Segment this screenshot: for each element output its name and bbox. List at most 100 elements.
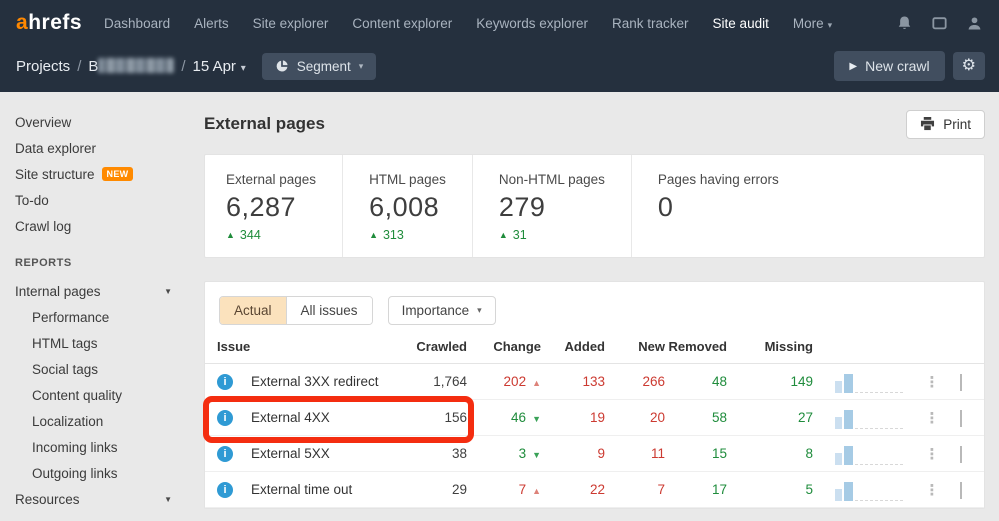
- info-icon[interactable]: [217, 374, 233, 390]
- table-row[interactable]: External 5XX 38 3 9 11 15 8: [205, 436, 984, 472]
- nav-dashboard[interactable]: Dashboard: [104, 16, 170, 31]
- main-content: External pages Print External pages 6,28…: [196, 92, 999, 521]
- feedback-icon[interactable]: [931, 15, 948, 32]
- importance-dropdown[interactable]: Importance ▾: [388, 296, 496, 325]
- mini-bar-chart: [813, 443, 919, 465]
- project-name-redacted: [98, 58, 174, 73]
- row-expand-chevron[interactable]: [956, 478, 966, 501]
- sidebar-item-outgoing-links[interactable]: Outgoing links: [32, 460, 196, 486]
- view-segmented-control: Actual All issues: [219, 296, 373, 325]
- breadcrumb-projects[interactable]: Projects: [16, 58, 70, 75]
- issues-panel: Actual All issues Importance ▾ Issue Cra…: [204, 281, 985, 509]
- new-crawl-button[interactable]: ▶ New crawl: [834, 51, 944, 81]
- delta-up-icon: ▲: [226, 230, 235, 240]
- row-expand-chevron[interactable]: [956, 370, 966, 393]
- issue-name: External time out: [251, 482, 401, 497]
- sidebar-item-performance[interactable]: Performance: [32, 304, 196, 330]
- print-button[interactable]: Print: [906, 110, 985, 139]
- nav-rank-tracker[interactable]: Rank tracker: [612, 16, 689, 31]
- row-expand-chevron[interactable]: [956, 406, 966, 429]
- stat-html-pages: HTML pages 6,008 ▲313: [342, 155, 472, 257]
- project-header-bar: Projects / B / 15 Apr ▾ Segment ▾ ▶ New …: [0, 46, 999, 92]
- sidebar-item-content-quality[interactable]: Content quality: [32, 382, 196, 408]
- mini-bar-chart: [813, 479, 919, 501]
- sidebar-item-data-explorer[interactable]: Data explorer: [15, 135, 196, 161]
- nav-site-explorer[interactable]: Site explorer: [253, 16, 329, 31]
- table-row[interactable]: External time out 29 7 22 7 17 5: [205, 472, 984, 508]
- table-row[interactable]: External 3XX redirect 1,764 202 133 266 …: [205, 364, 984, 400]
- info-icon[interactable]: [217, 482, 233, 498]
- sidebar-group-internal-pages[interactable]: Internal pages▼: [15, 278, 196, 304]
- change-arrow-icon: [532, 410, 541, 425]
- sidebar-item-overview[interactable]: Overview: [15, 109, 196, 135]
- info-icon[interactable]: [217, 410, 233, 426]
- nav-content-explorer[interactable]: Content explorer: [352, 16, 452, 31]
- stat-delta: ▲31: [499, 228, 605, 242]
- issue-name: External 5XX: [251, 446, 401, 461]
- change-arrow-icon: [532, 374, 541, 389]
- stat-delta: ▲344: [226, 228, 316, 242]
- page-title: External pages: [204, 114, 325, 134]
- change-arrow-icon: [532, 446, 541, 461]
- ahrefs-logo[interactable]: ahrefs: [16, 11, 82, 35]
- play-icon: ▶: [849, 61, 857, 72]
- stat-delta: ▲313: [369, 228, 446, 242]
- sidebar-item-site-structure[interactable]: Site structureNEW: [15, 161, 196, 187]
- mini-bar-chart: [813, 407, 919, 429]
- sidebar-item-incoming-links[interactable]: Incoming links: [32, 434, 196, 460]
- nav-alerts[interactable]: Alerts: [194, 16, 229, 31]
- crawl-date-dropdown[interactable]: 15 Apr ▾: [193, 58, 246, 75]
- table-row[interactable]: External 4XX 156 46 19 20 58 27: [205, 400, 984, 436]
- chevron-down-icon: ▼: [164, 287, 172, 296]
- stat-non-html-pages: Non-HTML pages 279 ▲31: [472, 155, 631, 257]
- top-icons: [896, 15, 983, 32]
- delta-up-icon: ▲: [369, 230, 378, 240]
- main-nav: Dashboard Alerts Site explorer Content e…: [104, 16, 896, 31]
- reports-section-header: REPORTS: [15, 252, 196, 274]
- nav-keywords-explorer[interactable]: Keywords explorer: [476, 16, 588, 31]
- segment-button[interactable]: Segment ▾: [262, 53, 377, 80]
- delta-up-icon: ▲: [499, 230, 508, 240]
- issues-toolbar: Actual All issues Importance ▾: [205, 282, 984, 330]
- project-name[interactable]: B: [88, 58, 174, 75]
- chevron-down-icon: ▾: [238, 63, 246, 74]
- nav-site-audit[interactable]: Site audit: [713, 16, 769, 31]
- row-expand-chevron[interactable]: [956, 442, 966, 465]
- info-icon[interactable]: [217, 446, 233, 462]
- sidebar-item-localization[interactable]: Localization: [32, 408, 196, 434]
- nav-more[interactable]: More▾: [793, 16, 832, 31]
- row-menu-icon[interactable]: [925, 481, 940, 499]
- issue-name: External 3XX redirect: [251, 374, 401, 389]
- sidebar: Overview Data explorer Site structureNEW…: [0, 92, 196, 521]
- sidebar-item-social-tags[interactable]: Social tags: [32, 356, 196, 382]
- row-menu-icon[interactable]: [925, 373, 940, 391]
- breadcrumb: Projects / B / 15 Apr ▾: [16, 58, 246, 75]
- mini-bar-chart: [813, 371, 919, 393]
- chevron-down-icon: ▾: [359, 61, 364, 72]
- top-navigation-bar: ahrefs Dashboard Alerts Site explorer Co…: [0, 0, 999, 46]
- row-menu-icon[interactable]: [925, 409, 940, 427]
- printer-icon: [920, 117, 935, 131]
- row-menu-icon[interactable]: [925, 445, 940, 463]
- tab-all-issues[interactable]: All issues: [286, 297, 372, 324]
- chevron-down-icon: ▾: [828, 20, 833, 30]
- settings-button[interactable]: ⚙: [953, 52, 985, 80]
- sidebar-item-crawl-log[interactable]: Crawl log: [15, 213, 196, 239]
- sidebar-group-resources[interactable]: Resources▼: [15, 486, 196, 512]
- chevron-down-icon: ▼: [164, 495, 172, 504]
- summary-stats-panel: External pages 6,287 ▲344 HTML pages 6,0…: [204, 154, 985, 258]
- change-arrow-icon: [532, 482, 541, 497]
- stat-pages-having-errors: Pages having errors 0: [631, 155, 805, 257]
- bell-icon[interactable]: [896, 15, 913, 32]
- issue-name: External 4XX: [251, 410, 401, 425]
- sidebar-item-html-tags[interactable]: HTML tags: [32, 330, 196, 356]
- sidebar-item-todo[interactable]: To-do: [15, 187, 196, 213]
- user-icon[interactable]: [966, 15, 983, 32]
- tab-actual[interactable]: Actual: [220, 297, 286, 324]
- chevron-down-icon: ▾: [477, 305, 482, 316]
- pie-chart-icon: [275, 59, 289, 73]
- stat-external-pages: External pages 6,287 ▲344: [205, 155, 342, 257]
- gear-icon: ⚙: [962, 57, 976, 75]
- table-header: Issue Crawled Change Added New Removed M…: [205, 330, 984, 364]
- new-badge: NEW: [102, 167, 134, 181]
